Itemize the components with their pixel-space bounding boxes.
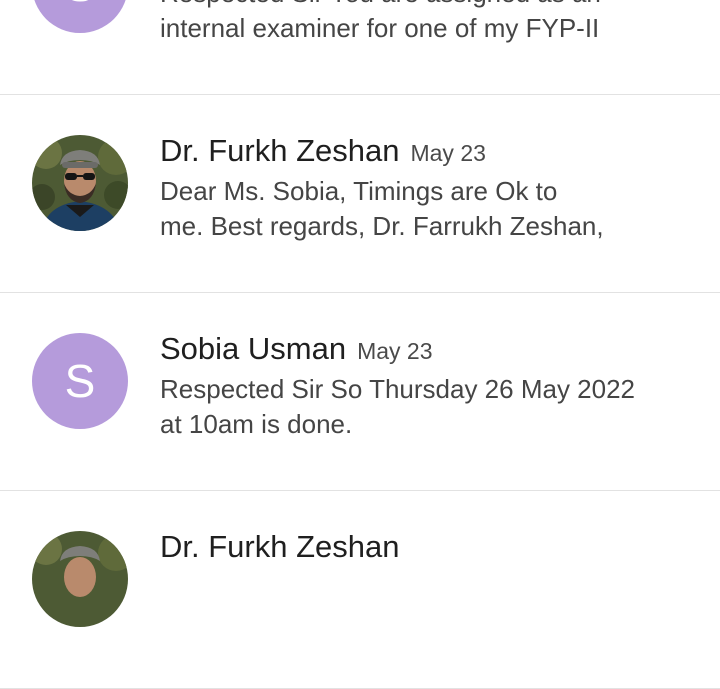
email-header: Sobia Usman May 23: [160, 331, 690, 371]
email-snippet: Respected Sir You are assigned as an int…: [160, 0, 690, 46]
avatar[interactable]: [32, 135, 128, 231]
snippet-line: me. Best regards, Dr. Farrukh Zeshan,: [160, 211, 604, 241]
email-content: Sobia Usman May 23 Respected Sir So Thur…: [160, 331, 690, 442]
snippet-line: internal examiner for one of my FYP-II: [160, 13, 600, 43]
snippet-line: Dear Ms. Sobia, Timings are Ok to: [160, 176, 558, 206]
email-list: S Respected Sir You are assigned as an i…: [0, 0, 720, 689]
email-snippet: Respected Sir So Thursday 26 May 2022 at…: [160, 372, 690, 442]
avatar[interactable]: [32, 531, 128, 627]
email-date: May 23: [410, 140, 486, 166]
email-content: Dr. Furkh Zeshan: [160, 529, 690, 570]
email-content: Respected Sir You are assigned as an int…: [160, 0, 690, 46]
email-row[interactable]: S Respected Sir You are assigned as an i…: [0, 0, 720, 95]
email-header: Dr. Furkh Zeshan May 23: [160, 133, 690, 173]
email-row[interactable]: S Sobia Usman May 23 Respected Sir So Th…: [0, 293, 720, 491]
avatar-photo-icon: [32, 531, 128, 627]
avatar[interactable]: S: [32, 333, 128, 429]
sender-name: Dr. Furkh Zeshan: [160, 529, 400, 564]
email-row[interactable]: Dr. Furkh Zeshan: [0, 491, 720, 689]
sender-name: Sobia Usman: [160, 331, 347, 366]
email-snippet: Dear Ms. Sobia, Timings are Ok to me. Be…: [160, 174, 690, 244]
snippet-line: at 10am is done.: [160, 409, 353, 439]
email-row[interactable]: Dr. Furkh Zeshan May 23 Dear Ms. Sobia, …: [0, 95, 720, 293]
snippet-line: Respected Sir You are assigned as an: [160, 0, 690, 11]
snippet-line: Respected Sir So Thursday 26 May 2022: [160, 374, 636, 404]
email-header: Dr. Furkh Zeshan: [160, 529, 690, 569]
email-date: May 23: [357, 338, 433, 364]
email-content: Dr. Furkh Zeshan May 23 Dear Ms. Sobia, …: [160, 133, 690, 244]
sender-name: Dr. Furkh Zeshan: [160, 133, 400, 168]
avatar-photo-icon: [32, 135, 128, 231]
avatar[interactable]: S: [32, 0, 128, 33]
